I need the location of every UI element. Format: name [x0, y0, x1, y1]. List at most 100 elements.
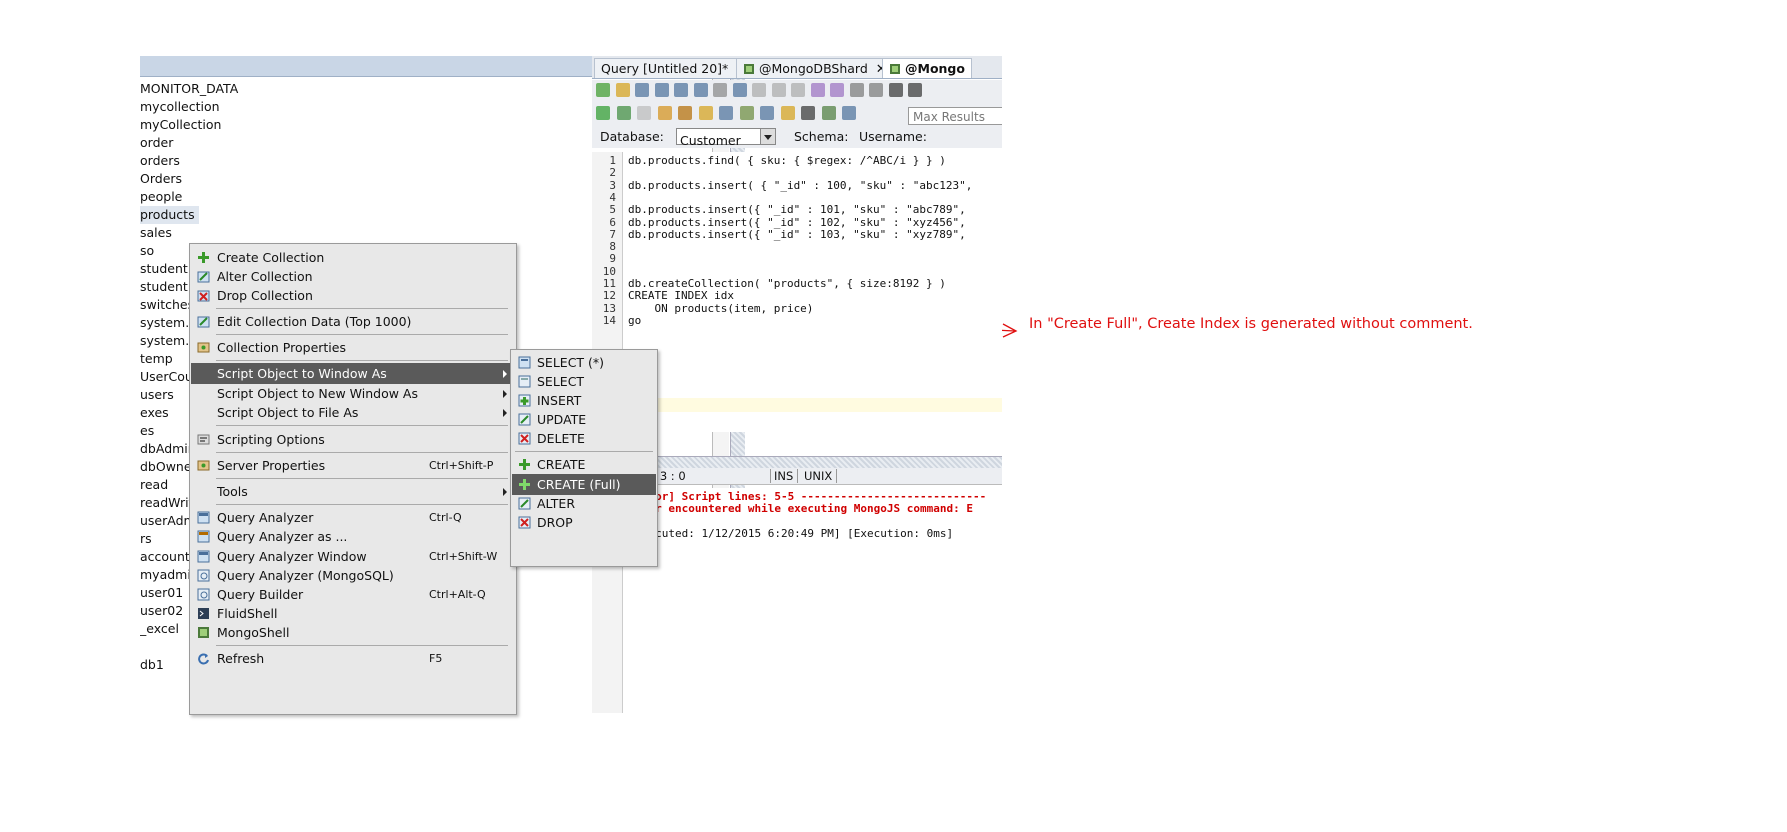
mongoshell-icon[interactable]	[821, 106, 836, 120]
code-line: db.products.find( { sku: { $regex: /^ABC…	[628, 154, 946, 167]
table-icon[interactable]	[760, 106, 774, 120]
chevron-down-icon[interactable]	[760, 129, 775, 144]
line-number: 2	[609, 166, 616, 180]
menu-alter-collection[interactable]: Alter Collection	[191, 266, 515, 287]
find-icon[interactable]	[849, 83, 864, 97]
menu-script-to-window[interactable]: Script Object to Window As	[191, 363, 515, 384]
save-all-icon[interactable]	[674, 83, 688, 97]
tree-item[interactable]: people	[140, 188, 572, 206]
stop-icon[interactable]	[637, 106, 651, 120]
submenu-drop[interactable]: DROP	[512, 512, 656, 533]
menu-query-analyzer-as[interactable]: Query Analyzer as ...	[191, 526, 515, 547]
tree-item-label: myadmir	[140, 567, 196, 582]
annotation-text: In "Create Full", Create Index is genera…	[1029, 316, 1473, 332]
paste-icon[interactable]	[791, 83, 805, 97]
font-small-icon[interactable]	[888, 83, 903, 97]
tree-item[interactable]: sales	[140, 224, 572, 242]
braces-icon[interactable]	[801, 106, 815, 120]
menu-fluidshell[interactable]: FluidShell	[191, 603, 515, 624]
menu-query-builder[interactable]: Query Builder Ctrl+Alt-Q	[191, 584, 515, 605]
grid-icon[interactable]	[719, 106, 733, 120]
tab-query-untitled[interactable]: Query [Untitled 20]*✕	[594, 58, 755, 78]
menu-query-analyzer-window[interactable]: Query Analyzer Window Ctrl+Shift-W	[191, 546, 515, 567]
tree-item[interactable]: MONITOR_DATA	[140, 80, 572, 98]
submenu-create[interactable]: CREATE	[512, 454, 656, 475]
font-large-icon[interactable]	[908, 83, 922, 97]
menu-create-collection[interactable]: Create Collection	[191, 247, 515, 268]
cut-icon[interactable]	[752, 83, 766, 97]
tab-label: Query [Untitled 20]*	[601, 61, 729, 76]
submenu-update[interactable]: UPDATE	[512, 409, 656, 430]
line-number: 6	[609, 215, 616, 229]
submenu-create-full[interactable]: CREATE (Full)	[512, 474, 656, 495]
submenu-select[interactable]: SELECT	[512, 371, 656, 392]
execute-current-icon[interactable]	[616, 106, 631, 120]
tree-item-label: user01	[140, 585, 184, 600]
execute-icon[interactable]	[596, 106, 610, 120]
line-number: 9	[609, 252, 616, 266]
menu-refresh[interactable]: Refresh F5	[191, 648, 515, 669]
editor-toolbar: Max Results	[592, 80, 1002, 127]
tree-item[interactable]: myCollection	[140, 116, 572, 134]
select-icon[interactable]	[732, 83, 747, 97]
shell-icon	[198, 608, 209, 619]
tab-mongodbshard[interactable]: @MongoDBShard✕	[736, 58, 894, 78]
format-icon[interactable]	[678, 106, 692, 120]
menu-server-properties[interactable]: Server Properties Ctrl+Shift-P	[191, 455, 515, 476]
highlight-icon[interactable]	[780, 106, 795, 120]
tab-label: @Mongo	[905, 61, 965, 76]
menu-collection-properties[interactable]: Collection Properties	[191, 337, 515, 358]
tree-item[interactable]: order	[140, 134, 572, 152]
database-select[interactable]: Customer	[676, 128, 776, 148]
export-icon[interactable]	[739, 106, 754, 120]
zoom-icon[interactable]	[842, 106, 856, 120]
line-number: 5	[609, 203, 616, 217]
replace-icon[interactable]	[869, 83, 883, 97]
submenu-select-star[interactable]: SELECT (*)	[512, 352, 656, 373]
menu-drop-collection[interactable]: Drop Collection	[191, 285, 515, 306]
tree-item[interactable]: Orders	[140, 170, 572, 188]
copy-icon[interactable]	[771, 83, 786, 97]
submenu-insert[interactable]: INSERT	[512, 390, 656, 411]
line-number: 1	[609, 154, 616, 167]
open-icon[interactable]	[615, 83, 630, 97]
save-as-icon[interactable]	[654, 83, 669, 97]
save-icon[interactable]	[635, 83, 649, 97]
tree-item-label: mycollection	[140, 99, 220, 114]
menu-script-to-new-window[interactable]: Script Object to New Window As	[191, 383, 515, 404]
tree-item[interactable]: mycollection	[140, 98, 572, 116]
new-icon[interactable]	[596, 83, 610, 97]
menu-separator	[216, 504, 508, 505]
update-icon	[518, 413, 531, 426]
print-icon[interactable]	[693, 83, 708, 97]
tree-item-label: myCollection	[140, 117, 222, 132]
page-icon[interactable]	[713, 83, 727, 97]
menu-query-analyzer-mongosql[interactable]: Query Analyzer (MongoSQL)	[191, 565, 515, 586]
tree-item-label: account	[140, 549, 190, 564]
menu-mongoshell[interactable]: MongoShell	[191, 622, 515, 643]
tree-item-label: student	[140, 261, 188, 276]
submenu-delete[interactable]: DELETE	[512, 428, 656, 449]
code-line: ON products(item, price)	[628, 301, 814, 315]
tab-mongo[interactable]: @Mongo	[882, 58, 972, 78]
tree-item-label: Orders	[140, 171, 183, 186]
menu-edit-collection-data[interactable]: Edit Collection Data (Top 1000)	[191, 311, 515, 332]
database-label: Database:	[600, 129, 664, 144]
redo-icon[interactable]	[830, 83, 844, 97]
menu-script-to-file[interactable]: Script Object to File As	[191, 402, 515, 423]
undo-icon[interactable]	[810, 83, 825, 97]
max-results-input[interactable]: Max Results	[908, 107, 1002, 125]
explain-icon[interactable]	[657, 106, 672, 120]
submenu-alter[interactable]: ALTER	[512, 493, 656, 514]
comment-icon[interactable]	[698, 106, 713, 120]
tree-item-label: exes	[140, 405, 169, 420]
tree-item-label: dbAdmir	[140, 441, 193, 456]
menu-query-analyzer[interactable]: Query Analyzer Ctrl-Q	[191, 507, 515, 528]
tree-item-label: rs	[140, 531, 152, 546]
tree-item-label: temp	[140, 351, 173, 366]
tree-item[interactable]: orders	[140, 152, 572, 170]
tree-item[interactable]: products	[140, 206, 572, 224]
query-analyzer-icon	[197, 511, 210, 524]
menu-scripting-options[interactable]: Scripting Options	[191, 429, 515, 450]
menu-tools[interactable]: Tools	[191, 481, 515, 502]
